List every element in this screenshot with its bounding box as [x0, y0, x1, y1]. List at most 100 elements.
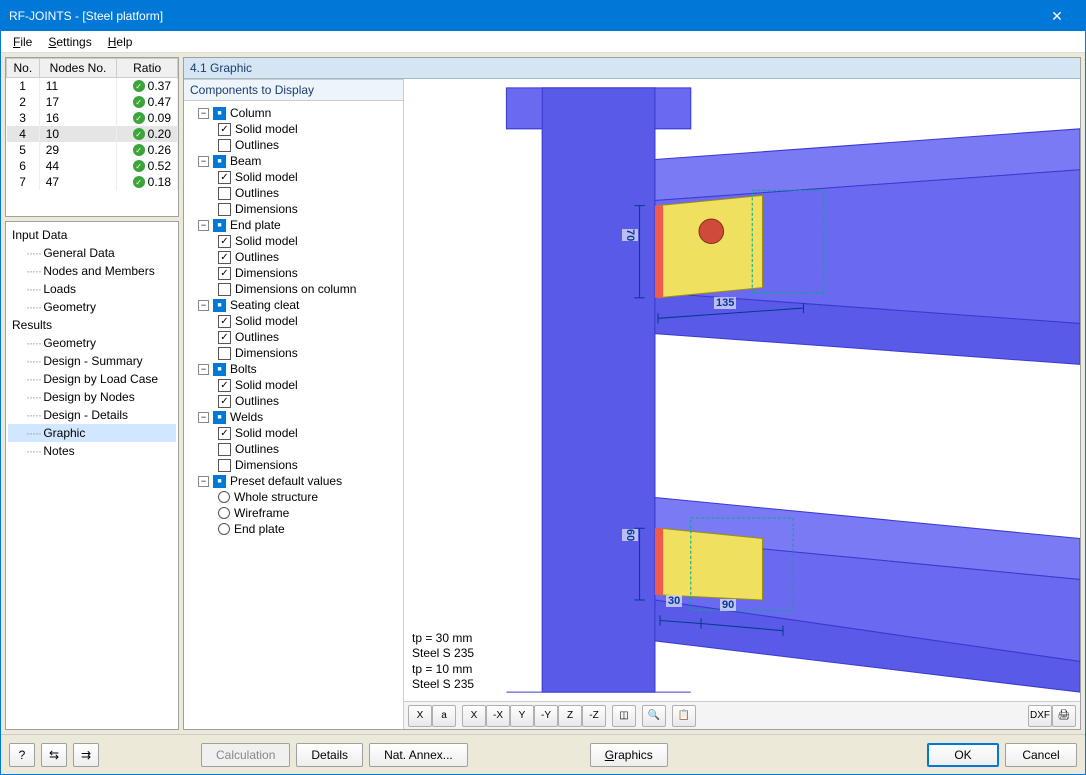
menu-help[interactable]: Help — [100, 33, 141, 51]
tree-toggle-icon[interactable]: − — [198, 476, 209, 487]
tree-checkbox[interactable] — [218, 283, 231, 296]
vp-left-btn[interactable]: a — [432, 705, 456, 727]
vp-left-btn[interactable]: Y — [510, 705, 534, 727]
table-row[interactable]: 529✓0.26 — [7, 142, 178, 158]
nav-item[interactable]: Notes — [8, 442, 176, 460]
menu-settings[interactable]: Settings — [40, 33, 99, 51]
tree-checkbox[interactable] — [218, 187, 231, 200]
next-button[interactable]: ⇉ — [73, 743, 99, 767]
tree-checkbox[interactable] — [218, 379, 231, 392]
tree-checkbox[interactable] — [218, 427, 231, 440]
tree-checkbox[interactable] — [218, 395, 231, 408]
tree-checkbox[interactable] — [218, 251, 231, 264]
tree-checkbox[interactable] — [218, 347, 231, 360]
nav-item[interactable]: Design by Nodes — [8, 388, 176, 406]
tree-toggle-icon[interactable]: − — [198, 220, 209, 231]
col-nodes[interactable]: Nodes No. — [39, 59, 117, 78]
menu-file[interactable]: File — [5, 33, 40, 51]
tree-label: Outlines — [235, 138, 279, 152]
col-ratio[interactable]: Ratio — [117, 59, 178, 78]
tree-checkbox[interactable] — [213, 411, 226, 424]
table-row[interactable]: 747✓0.18 — [7, 174, 178, 190]
tree-checkbox[interactable] — [213, 363, 226, 376]
dim-top-v: 70 — [622, 229, 638, 241]
nav-item[interactable]: Nodes and Members — [8, 262, 176, 280]
table-row[interactable]: 111✓0.37 — [7, 78, 178, 95]
check-icon: ✓ — [133, 144, 145, 156]
vp-left-btn[interactable]: -Y — [534, 705, 558, 727]
ok-button[interactable]: OK — [927, 743, 999, 767]
tree-label: Whole structure — [234, 490, 318, 504]
viewport-annotations: tp = 30 mm Steel S 235 tp = 10 mm Steel … — [412, 631, 474, 693]
vp-left-btn[interactable]: X — [462, 705, 486, 727]
details-button[interactable]: Details — [296, 743, 363, 767]
table-row[interactable]: 410✓0.20 — [7, 126, 178, 142]
tree-label: Outlines — [235, 442, 279, 456]
tree-label: Solid model — [235, 378, 298, 392]
check-icon: ✓ — [133, 160, 145, 172]
vp-left-btn[interactable]: -X — [486, 705, 510, 727]
tree-checkbox[interactable] — [213, 475, 226, 488]
vp-left-btn[interactable]: X — [408, 705, 432, 727]
nav-item[interactable]: Geometry — [8, 298, 176, 316]
tree-label: Solid model — [235, 234, 298, 248]
tree-radio[interactable] — [218, 507, 230, 519]
tree-checkbox[interactable] — [218, 331, 231, 344]
tree-label: Solid model — [235, 426, 298, 440]
tree-checkbox[interactable] — [218, 171, 231, 184]
tree-checkbox[interactable] — [218, 459, 231, 472]
tree-label: Preset default values — [230, 474, 342, 488]
table-row[interactable]: 644✓0.52 — [7, 158, 178, 174]
tree-checkbox[interactable] — [213, 299, 226, 312]
vp-left-btn[interactable]: -Z — [582, 705, 606, 727]
nav-item[interactable]: Design - Summary — [8, 352, 176, 370]
prev-button[interactable]: ⇆ — [41, 743, 67, 767]
tree-toggle-icon[interactable]: − — [198, 412, 209, 423]
vp-left-btn[interactable]: 📋 — [672, 705, 696, 727]
tree-checkbox[interactable] — [218, 203, 231, 216]
tree-checkbox[interactable] — [213, 219, 226, 232]
tree-radio[interactable] — [218, 523, 230, 535]
nodes-table[interactable]: No. Nodes No. Ratio 111✓0.37217✓0.47316✓… — [6, 58, 178, 190]
tree-checkbox[interactable] — [218, 443, 231, 456]
tree-checkbox[interactable] — [218, 235, 231, 248]
tree-radio[interactable] — [218, 491, 230, 503]
content-area: No. Nodes No. Ratio 111✓0.37217✓0.47316✓… — [1, 53, 1085, 734]
tree-checkbox[interactable] — [213, 107, 226, 120]
nav-item[interactable]: Design - Details — [8, 406, 176, 424]
nav-item[interactable]: Design by Load Case — [8, 370, 176, 388]
nav-item[interactable]: General Data — [8, 244, 176, 262]
close-icon[interactable]: ✕ — [1037, 8, 1077, 25]
tree-toggle-icon[interactable]: − — [198, 300, 209, 311]
tree-checkbox[interactable] — [218, 123, 231, 136]
nat-annex-button[interactable]: Nat. Annex... — [369, 743, 468, 767]
col-no[interactable]: No. — [7, 59, 40, 78]
tree-toggle-icon[interactable]: − — [198, 364, 209, 375]
vp-left-btn[interactable]: Z — [558, 705, 582, 727]
tree-checkbox[interactable] — [213, 155, 226, 168]
nav-item[interactable]: Geometry — [8, 334, 176, 352]
nav-item[interactable]: Loads — [8, 280, 176, 298]
tree-label: Welds — [230, 410, 263, 424]
tree-toggle-icon[interactable]: − — [198, 156, 209, 167]
calculation-button[interactable]: Calculation — [201, 743, 290, 767]
table-row[interactable]: 316✓0.09 — [7, 110, 178, 126]
table-row[interactable]: 217✓0.47 — [7, 94, 178, 110]
3d-viewport[interactable]: 70 135 60 30 90 tp = 30 mm Steel S 235 t… — [404, 79, 1080, 701]
tree-checkbox[interactable] — [218, 267, 231, 280]
main-caption: 4.1 Graphic — [184, 58, 1080, 79]
tree-checkbox[interactable] — [218, 315, 231, 328]
help-button[interactable]: ? — [9, 743, 35, 767]
vp-right-btn[interactable]: 🖨 — [1052, 705, 1076, 727]
vp-left-btn[interactable]: 🔍 — [642, 705, 666, 727]
tree-checkbox[interactable] — [218, 139, 231, 152]
left-column: No. Nodes No. Ratio 111✓0.37217✓0.47316✓… — [5, 57, 179, 730]
components-tree[interactable]: −ColumnSolid modelOutlines−BeamSolid mod… — [184, 101, 403, 729]
vp-left-btn[interactable]: ◫ — [612, 705, 636, 727]
cancel-button[interactable]: Cancel — [1005, 743, 1077, 767]
graphics-button[interactable]: Graphics — [590, 743, 668, 767]
nav-item[interactable]: Graphic — [8, 424, 176, 442]
main-panel: 4.1 Graphic Components to Display −Colum… — [183, 57, 1081, 730]
vp-right-btn[interactable]: DXF — [1028, 705, 1052, 727]
tree-toggle-icon[interactable]: − — [198, 108, 209, 119]
